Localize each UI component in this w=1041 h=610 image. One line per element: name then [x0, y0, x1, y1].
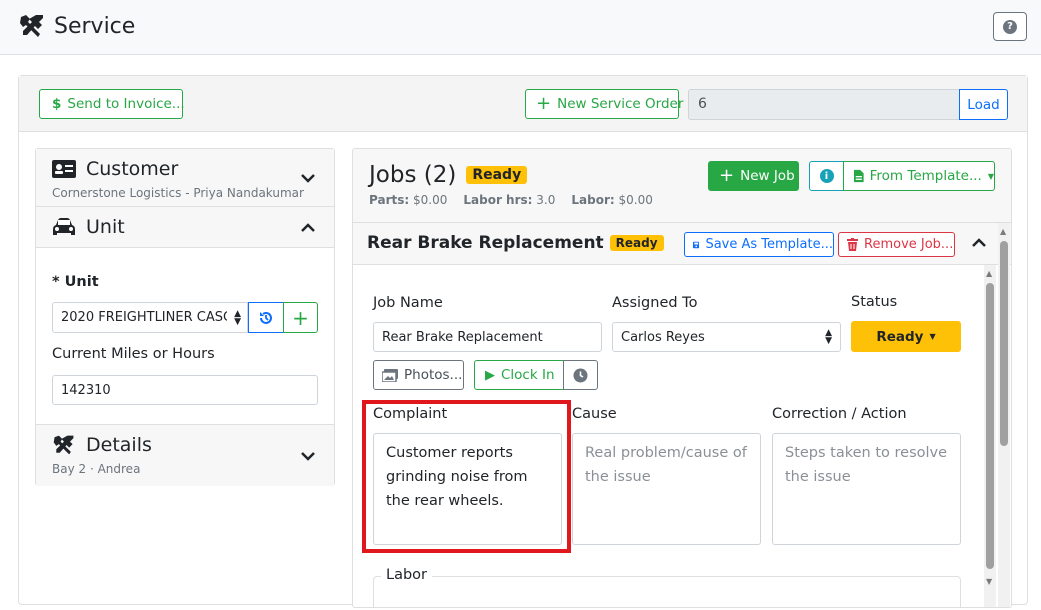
left-panel: Customer Cornerstone Logistics - Priya N… — [35, 148, 335, 486]
help-button[interactable]: ? — [993, 12, 1027, 41]
time-log-button[interactable] — [563, 360, 598, 390]
status-dropdown[interactable]: Ready ▼ — [851, 321, 961, 352]
labor-fieldset — [373, 576, 961, 607]
correction-textarea[interactable]: Steps taken to resolve the issue — [772, 433, 961, 545]
jobs-summary: Parts: $0.00 Labor hrs: 3.0 Labor: $0.00 — [369, 193, 653, 207]
question-icon: ? — [1003, 19, 1017, 34]
unit-history-button[interactable] — [248, 302, 284, 333]
remove-job-button[interactable]: Remove Job... — [838, 232, 955, 257]
save-icon — [693, 241, 700, 248]
details-section[interactable]: Details Bay 2 · Andrea — [36, 425, 334, 486]
new-service-order-button[interactable]: + New Service Order — [525, 89, 683, 119]
history-icon — [260, 311, 272, 324]
complaint-highlight-box — [362, 400, 571, 553]
assigned-to-select[interactable]: Carlos Reyes ▲ ▼ — [612, 322, 841, 352]
caret-down-icon: ▼ — [929, 332, 936, 341]
unit-title: Unit — [86, 216, 125, 238]
card-toolbar: $ Send to Invoice... + New Service Order… — [19, 76, 1027, 132]
details-subtitle: Bay 2 · Andrea — [52, 462, 141, 476]
scroll-up-arrow[interactable]: ▲ — [986, 269, 992, 278]
labor-legend: Labor — [381, 567, 433, 583]
file-icon — [854, 169, 864, 183]
jobs-title: Jobs (2) — [369, 162, 457, 188]
assigned-to-label: Assigned To — [612, 295, 698, 311]
dollar-icon: $ — [52, 96, 62, 112]
unit-label: * Unit — [52, 274, 99, 290]
scroll-down-arrow[interactable]: ▼ — [986, 577, 992, 586]
unit-section-body: * Unit 2020 FREIGHTLINER CASC ▲ ▼ + Curre… — [36, 247, 334, 425]
panel-scroll-thumb[interactable] — [1000, 241, 1008, 446]
chevron-up-icon[interactable] — [300, 222, 316, 234]
id-card-icon — [52, 160, 76, 178]
clock-in-button[interactable]: ▶ Clock In — [474, 360, 564, 390]
jobs-header: Jobs (2) Ready Parts: $0.00 Labor hrs: 3… — [353, 149, 1011, 223]
chevron-down-icon[interactable] — [300, 172, 316, 184]
scroll-up-arrow[interactable]: ▲ — [1000, 227, 1006, 236]
job-status-badge: Ready — [609, 235, 664, 251]
panel-scrollbar[interactable]: ▲ — [998, 223, 1010, 607]
status-label: Status — [851, 294, 898, 310]
caret-down-icon: ▼ — [987, 171, 994, 181]
customer-section[interactable]: Customer Cornerstone Logistics - Priya N… — [36, 149, 334, 207]
job-header: Rear Brake Replacement Ready Save As Tem… — [353, 223, 1011, 265]
plus-icon: + — [536, 93, 552, 114]
miles-label: Current Miles or Hours — [52, 346, 215, 362]
top-bar: Service ? — [0, 0, 1041, 55]
from-template-dropdown[interactable]: From Template... ▼ — [843, 161, 995, 191]
correction-label: Correction / Action — [772, 406, 907, 422]
plus-icon: + — [719, 165, 735, 186]
plus-icon: + — [292, 305, 309, 330]
customer-title: Customer — [86, 158, 179, 180]
cause-textarea[interactable]: Real problem/cause of the issue — [572, 433, 761, 545]
service-order-number-input[interactable]: 6 — [688, 89, 960, 120]
unit-select[interactable]: 2020 FREIGHTLINER CASC ▲ ▼ — [52, 302, 248, 333]
chevron-down-icon[interactable] — [300, 450, 316, 462]
trash-icon — [847, 238, 858, 251]
cause-label: Cause — [572, 406, 617, 422]
miles-input[interactable]: 142310 — [52, 375, 318, 405]
car-icon — [53, 218, 75, 235]
load-button[interactable]: Load — [959, 89, 1008, 120]
inner-scroll-thumb[interactable] — [986, 283, 994, 569]
job-name-label: Job Name — [373, 295, 443, 311]
tools-icon — [20, 15, 43, 37]
send-to-invoice-button[interactable]: $ Send to Invoice... — [39, 89, 185, 119]
customer-subtitle: Cornerstone Logistics - Priya Nandakumar — [52, 186, 304, 200]
photos-button[interactable]: Photos... — [373, 360, 464, 390]
job-title: Rear Brake Replacement — [367, 233, 604, 253]
jobs-status-badge: Ready — [466, 166, 528, 184]
clock-icon — [573, 368, 588, 382]
inner-scrollbar[interactable]: ▲ ▼ — [984, 265, 996, 607]
add-unit-button[interactable]: + — [283, 302, 318, 333]
images-icon — [382, 368, 398, 382]
page-title: Service — [54, 13, 136, 39]
info-icon: i — [819, 169, 834, 183]
select-arrows-icon: ▲ ▼ — [825, 328, 832, 346]
select-arrows-icon: ▲ ▼ — [234, 308, 241, 327]
tools-icon — [53, 435, 74, 455]
unit-section-header[interactable]: Unit — [36, 207, 334, 247]
details-title: Details — [86, 434, 152, 456]
app-title: Service — [18, 12, 135, 40]
chevron-up-icon[interactable] — [971, 237, 987, 249]
play-icon: ▶ — [485, 367, 495, 383]
template-info-button[interactable]: i — [809, 161, 844, 191]
new-job-button[interactable]: + New Job — [708, 161, 799, 191]
job-name-input[interactable]: Rear Brake Replacement — [373, 322, 602, 352]
save-as-template-button[interactable]: Save As Template... — [684, 232, 834, 257]
